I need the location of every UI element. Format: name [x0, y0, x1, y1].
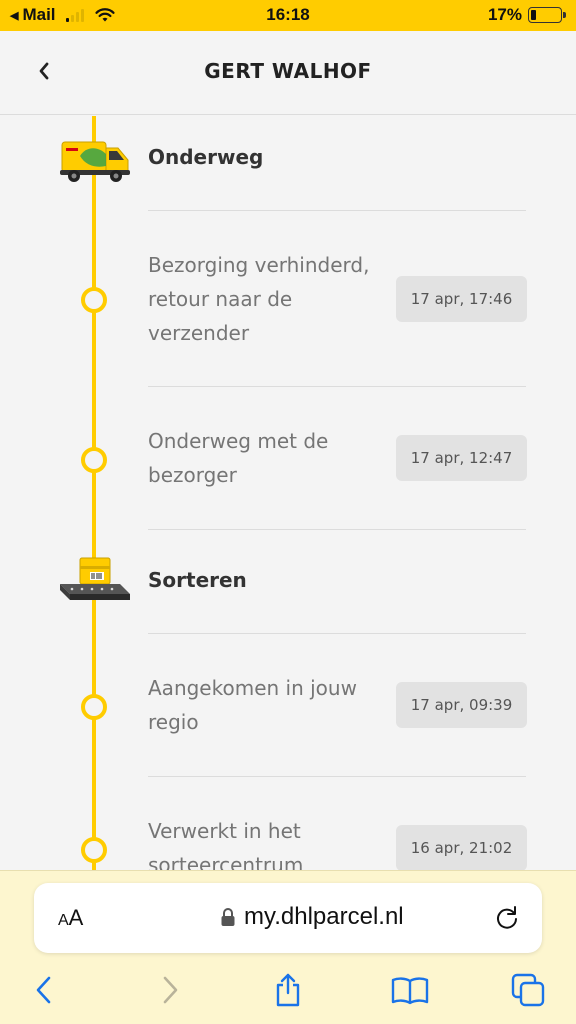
event-marker: [81, 287, 107, 313]
tabs-icon[interactable]: [511, 973, 545, 1007]
tracking-timeline: Onderweg Bezorging verhinderd, retour na…: [0, 116, 576, 870]
parcel-conveyor-icon: [56, 554, 132, 610]
battery-percent: 17%: [487, 5, 522, 24]
event-timestamp: 16 apr, 21:02: [396, 825, 527, 870]
page-header: GERT WALHOF: [0, 31, 576, 115]
battery-icon: [528, 7, 566, 23]
status-right: 17%: [487, 5, 566, 25]
browser-toolbar: AA my.dhlparcel.nl: [0, 870, 576, 1024]
page-title: GERT WALHOF: [204, 59, 372, 83]
reload-icon[interactable]: [494, 905, 520, 931]
lock-icon: [221, 908, 235, 926]
divider: [148, 210, 526, 211]
event-marker: [81, 447, 107, 473]
url-display[interactable]: my.dhlparcel.nl: [220, 903, 404, 931]
text-size-button[interactable]: AA: [58, 905, 83, 931]
event-description: Aangekomen in jouw regio: [148, 676, 357, 734]
share-icon[interactable]: [271, 973, 305, 1007]
event-timestamp: 17 apr, 12:47: [396, 435, 527, 481]
status-bar: ◀ Mail 16:18 17%: [0, 0, 576, 31]
event-description: Verwerkt in het sorteercentrum: [148, 819, 304, 870]
back-icon[interactable]: [27, 973, 61, 1007]
section-title: Onderweg: [148, 145, 264, 169]
forward-icon[interactable]: [153, 973, 187, 1007]
event-timestamp: 17 apr, 17:46: [396, 276, 527, 322]
event-timestamp: 17 apr, 09:39: [396, 682, 527, 728]
divider: [148, 529, 526, 530]
section-title: Sorteren: [148, 568, 247, 592]
divider: [148, 776, 526, 777]
bookmarks-icon[interactable]: [390, 973, 430, 1007]
divider: [148, 633, 526, 634]
event-marker: [81, 837, 107, 863]
event-description: Onderweg met de bezorger: [148, 429, 329, 487]
delivery-van-icon: [56, 132, 132, 188]
event-description: Bezorging verhinderd, retour naar de ver…: [148, 253, 370, 345]
divider: [148, 386, 526, 387]
address-bar[interactable]: AA my.dhlparcel.nl: [34, 883, 542, 953]
timeline-line: [92, 116, 96, 870]
url-text: my.dhlparcel.nl: [244, 903, 404, 930]
event-marker: [81, 694, 107, 720]
